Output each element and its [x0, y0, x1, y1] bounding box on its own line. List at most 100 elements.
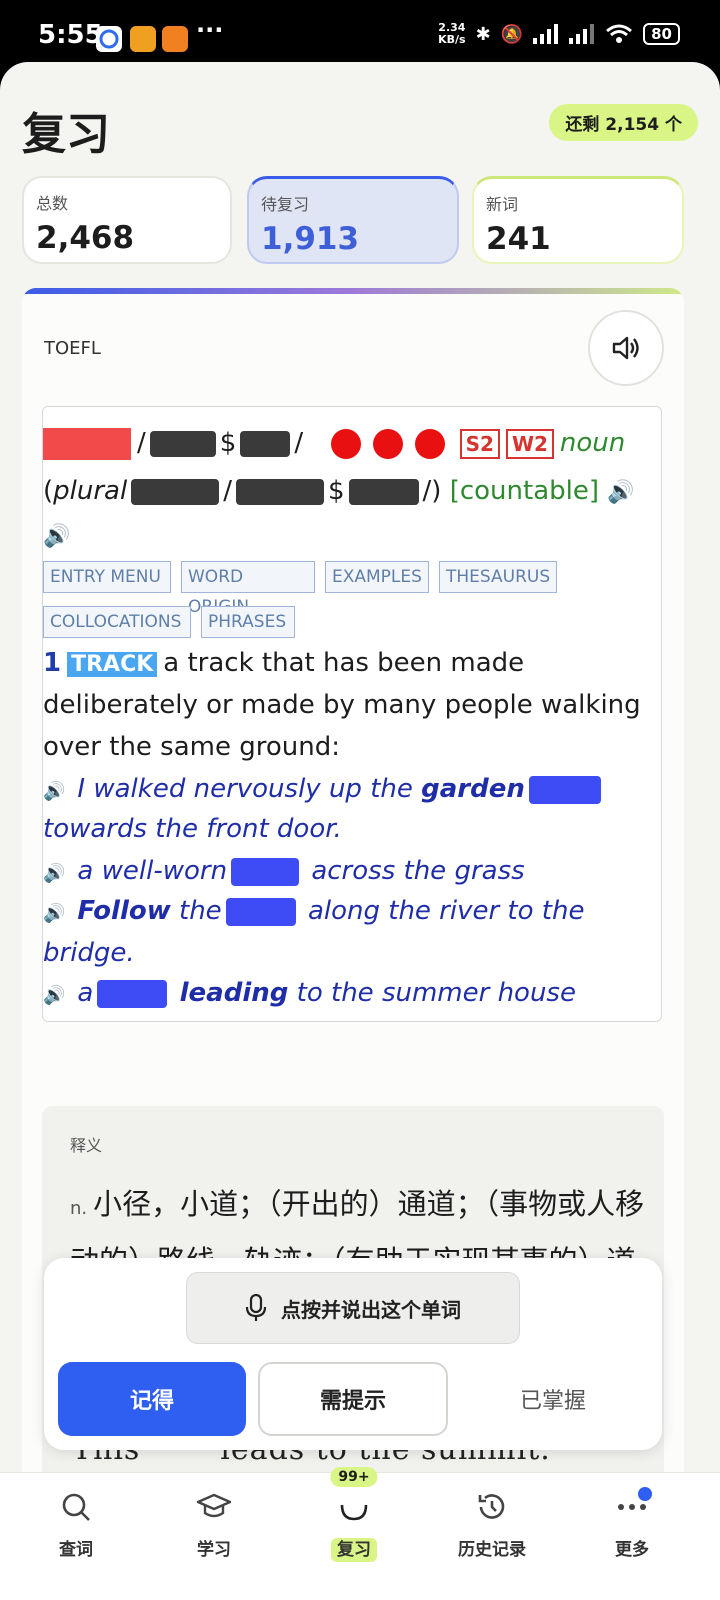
- freq-dot: [373, 428, 404, 459]
- word-redacted: [97, 979, 168, 1008]
- speaker-american-icon[interactable]: 🔊: [43, 524, 70, 549]
- voice-button-label: 点按并说出这个单词: [281, 1297, 461, 1322]
- part-of-speech: noun: [559, 428, 626, 458]
- example-speaker-icon[interactable]: 🔊: [43, 863, 65, 884]
- speaker-row: 🔊: [43, 519, 70, 553]
- voice-answer-button[interactable]: 点按并说出这个单词: [186, 1272, 520, 1344]
- search-icon: [58, 1489, 94, 1525]
- tab-label-wrap: 复习: [282, 1535, 426, 1562]
- pronounce-button[interactable]: [588, 310, 664, 386]
- tag-phrases[interactable]: PHRASES: [201, 606, 295, 638]
- remaining-count-badge: 还剩 2,154 个: [549, 104, 698, 141]
- app-icon-browser: [96, 26, 122, 52]
- graduation-cap-icon: [196, 1489, 232, 1525]
- tag-thesaurus[interactable]: THESAURUS: [439, 561, 557, 593]
- signal-icon: [533, 24, 559, 44]
- tab-label: 历史记录: [458, 1540, 526, 1560]
- status-right: 2.34 KB/s ✱ 🔕 80: [438, 22, 680, 46]
- tab-learn[interactable]: 学习: [142, 1473, 286, 1600]
- tag-examples[interactable]: EXAMPLES: [325, 561, 429, 593]
- example-speaker-icon[interactable]: 🔊: [43, 781, 65, 802]
- grammar-label: [countable]: [449, 476, 599, 506]
- stat-label: 新词: [486, 195, 519, 214]
- tab-label: 复习: [331, 1538, 377, 1562]
- history-icon: [474, 1489, 510, 1525]
- freq-spoken-badge: S2: [459, 428, 500, 459]
- word-redacted: [231, 857, 300, 886]
- sense-definition-l2: deliberately or made by many people walk…: [43, 690, 641, 720]
- headword-redacted: [43, 427, 131, 460]
- tag-entry-menu[interactable]: ENTRY MENU: [43, 561, 171, 593]
- microphone-icon: [245, 1293, 267, 1321]
- stat-value: 1,913: [261, 221, 360, 257]
- page-title: 复习: [22, 109, 110, 160]
- meaning-pos: n.: [70, 1198, 88, 1219]
- review-screen: 复习 还剩 2,154 个 总数 2,468 待复习 1,913 新词 241 …: [0, 62, 720, 1600]
- plural-redacted: [235, 478, 324, 505]
- notification-dot: [638, 1487, 652, 1501]
- status-more-icon: ···: [196, 16, 224, 44]
- need-hint-button[interactable]: 需提示: [258, 1362, 448, 1436]
- stat-pending-review[interactable]: 待复习 1,913: [247, 176, 459, 264]
- plural-redacted: [131, 478, 220, 505]
- freq-dot: [331, 428, 362, 459]
- tag-collocations[interactable]: COLLOCATIONS: [43, 606, 191, 638]
- speaker-british-icon[interactable]: 🔊: [607, 480, 634, 505]
- pron-redacted: [240, 430, 291, 457]
- net-speed: 2.34 KB/s: [438, 21, 466, 46]
- tab-label: 学习: [197, 1540, 231, 1560]
- stat-new-words[interactable]: 新词 241: [472, 176, 684, 264]
- example-1: 🔊 I walked nervously up the garden: [43, 773, 605, 808]
- example-speaker-icon[interactable]: 🔊: [43, 985, 65, 1006]
- answer-panel: 点按并说出这个单词 记得 需提示 已掌握: [44, 1258, 662, 1450]
- battery-indicator: 80: [643, 23, 680, 45]
- bottom-tab-bar: 查词 学习 99+ 复习 历史记录 更多: [0, 1467, 720, 1600]
- review-icon: [336, 1489, 372, 1525]
- bluetooth-icon: ✱: [475, 23, 491, 45]
- definition-text: a track that has been made: [163, 648, 525, 678]
- tag-word-origin[interactable]: WORD ORIGIN: [181, 561, 315, 617]
- entry-headline: / $ / S2 W2 noun: [43, 427, 625, 460]
- meaning-title: 释义: [70, 1136, 103, 1155]
- entry-plural-line: (plural / $/) [countable] 🔊: [43, 476, 635, 506]
- tab-review[interactable]: 99+ 复习: [282, 1467, 426, 1600]
- tab-more[interactable]: 更多: [560, 1473, 704, 1600]
- example-3-cont: bridge.: [43, 938, 135, 968]
- status-bar: 5:55 ··· 2.34 KB/s ✱ 🔕 80: [0, 0, 720, 70]
- status-time: 5:55: [38, 20, 103, 50]
- wifi-icon: [606, 24, 633, 43]
- example-3: 🔊 Follow the along the river to the: [43, 896, 585, 926]
- freq-dot: [415, 428, 446, 459]
- dictionary-entry: / $ / S2 W2 noun (plural / $/) [countable] 🔊 🔊…: [42, 406, 662, 1022]
- signal-icon-2: [569, 24, 595, 44]
- stat-value: 2,468: [36, 220, 135, 256]
- stat-value: 241: [486, 221, 551, 257]
- stat-label: 总数: [36, 194, 69, 213]
- freq-written-badge: W2: [505, 428, 554, 459]
- stat-total[interactable]: 总数 2,468: [22, 176, 232, 264]
- sense-signpost: TRACK: [67, 652, 158, 677]
- plural-redacted: [348, 478, 419, 505]
- app-icon-shield: [162, 26, 188, 52]
- tab-label: 更多: [615, 1540, 649, 1560]
- sense-definition-l3: over the same ground:: [43, 732, 340, 762]
- mute-icon: 🔕: [500, 23, 524, 45]
- app-icon-orange: [130, 26, 156, 52]
- example-4: 🔊 a leading to the summer house: [43, 978, 576, 1008]
- remember-button[interactable]: 记得: [58, 1362, 246, 1436]
- pron-redacted: [149, 430, 216, 457]
- review-count-badge: 99+: [330, 1467, 378, 1487]
- example-speaker-icon[interactable]: 🔊: [43, 903, 65, 924]
- word-source-label: TOEFL: [44, 338, 101, 359]
- tab-history[interactable]: 历史记录: [420, 1473, 564, 1600]
- example-1-cont: towards the front door.: [43, 814, 342, 844]
- word-redacted: [225, 897, 296, 926]
- tab-label: 查词: [59, 1540, 93, 1560]
- tab-search[interactable]: 查词: [4, 1473, 148, 1600]
- mastered-button[interactable]: 已掌握: [458, 1362, 648, 1436]
- example-2: 🔊 a well-worn across the grass: [43, 856, 525, 886]
- plural-label: plural: [53, 476, 128, 506]
- sense-number: 1: [43, 648, 62, 678]
- speaker-icon: [612, 336, 639, 360]
- stat-label: 待复习: [261, 195, 310, 214]
